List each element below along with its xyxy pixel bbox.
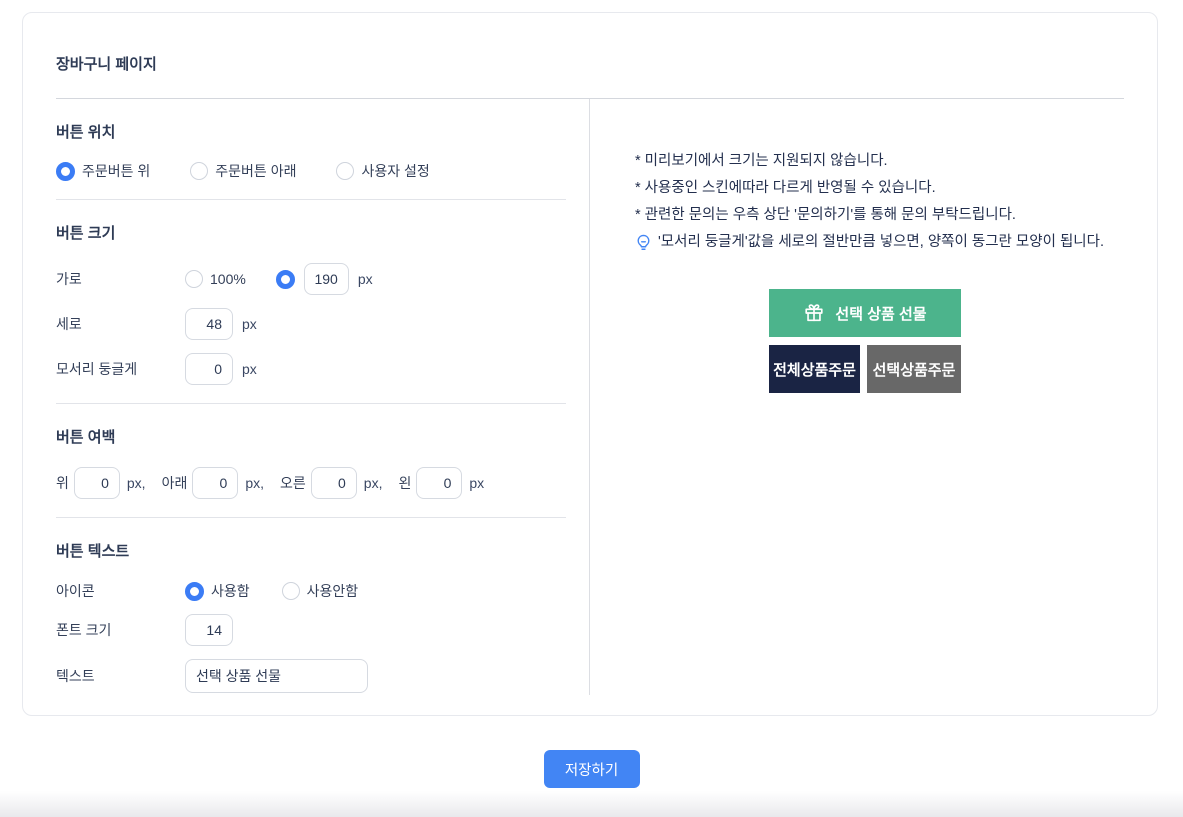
button-text-row: 텍스트	[56, 659, 589, 693]
radio-label: 사용자 설정	[361, 163, 430, 179]
margin-left-input[interactable]	[416, 467, 463, 499]
margin-top-label: 위	[56, 475, 69, 491]
radio-label: 사용함	[211, 583, 250, 599]
height-input[interactable]	[185, 308, 233, 340]
radio-unchecked-icon	[190, 162, 209, 180]
section-heading-button-margin: 버튼 여백	[56, 429, 116, 446]
radius-label: 모서리 둥글게	[56, 361, 138, 377]
radio-width-100-percent[interactable]: 100%	[185, 270, 246, 288]
preview-note: * 사용중인 스킨에따라 다르게 반영될 수 있습니다.	[635, 180, 936, 196]
radius-unit: px	[242, 361, 257, 377]
margin-left-unit: px	[469, 475, 485, 491]
radio-label: 100%	[210, 271, 246, 287]
section-heading-button-size: 버튼 크기	[56, 225, 116, 242]
preview-order-selected-button: 선택상품주문	[867, 345, 961, 393]
margin-right-input[interactable]	[310, 467, 357, 499]
radio-width-px[interactable]	[275, 269, 295, 289]
margin-bottom-label: 아래	[161, 475, 188, 491]
button-preview: 선택 상품 선물 전체상품주문 선택상품주문	[769, 289, 961, 393]
preview-gift-button: 선택 상품 선물	[769, 289, 961, 337]
section-divider	[56, 403, 566, 404]
radio-checked-icon	[56, 161, 75, 181]
height-label: 세로	[56, 316, 82, 332]
radio-checked-icon	[185, 581, 204, 601]
icon-label: 아이콘	[56, 583, 95, 599]
settings-form: 버튼 위치 주문버튼 위 주문버튼 아래 사용자 설정 버튼 크기 가로 100…	[56, 99, 590, 695]
width-input[interactable]	[303, 263, 349, 295]
lightbulb-icon	[635, 234, 652, 251]
preview-order-buttons: 전체상품주문 선택상품주문	[769, 345, 961, 393]
radio-icon-no-use[interactable]: 사용안함	[281, 581, 359, 601]
button-text-input[interactable]	[185, 659, 368, 693]
radio-label: 주문버튼 위	[82, 163, 151, 179]
radio-unchecked-icon	[185, 270, 203, 288]
settings-card: 장바구니 페이지 버튼 위치 주문버튼 위 주문버튼 아래 사용자 설정 버튼 …	[22, 12, 1158, 716]
radius-input[interactable]	[185, 353, 233, 385]
margin-row: 위 px, 아래 px, 오른 px, 왼 px	[56, 467, 589, 499]
margin-left-label: 왼	[398, 475, 412, 491]
radius-row: 모서리 둥글게 px	[56, 353, 589, 385]
save-button[interactable]: 저장하기	[543, 750, 640, 788]
preview-note: * 미리보기에서 크기는 지원되지 않습니다.	[635, 153, 888, 169]
radio-label: 사용안함	[306, 583, 359, 599]
radio-position-below[interactable]: 주문버튼 아래	[190, 161, 296, 181]
content-columns: 버튼 위치 주문버튼 위 주문버튼 아래 사용자 설정 버튼 크기 가로 100…	[56, 99, 1124, 695]
section-heading-button-position: 버튼 위치	[56, 124, 116, 141]
margin-bottom-input[interactable]	[192, 467, 239, 499]
radio-label: 주문버튼 아래	[215, 163, 297, 179]
icon-row: 아이콘 사용함 사용안함	[56, 581, 589, 601]
preview-tip-row: '모서리 둥글게'값을 세로의 절반만큼 넣으면, 양쪽이 동그란 모양이 됩니…	[635, 229, 1124, 256]
preview-tip-text: '모서리 둥글게'값을 세로의 절반만큼 넣으면, 양쪽이 동그란 모양이 됩니…	[658, 234, 1105, 250]
radio-unchecked-icon	[281, 582, 300, 600]
radio-position-custom[interactable]: 사용자 설정	[336, 161, 430, 181]
width-unit: px	[357, 271, 373, 287]
margin-top-input[interactable]	[73, 467, 120, 499]
width-controls: 100% px	[185, 263, 373, 295]
bottom-fade	[0, 791, 1183, 817]
font-size-input[interactable]	[185, 614, 233, 646]
width-label: 가로	[56, 271, 82, 287]
gift-icon	[803, 302, 825, 324]
radio-unchecked-icon	[336, 162, 355, 180]
margin-bottom-unit: px,	[245, 475, 265, 491]
section-divider	[56, 517, 566, 518]
button-position-options: 주문버튼 위 주문버튼 아래 사용자 설정	[56, 161, 589, 181]
font-size-row: 폰트 크기	[56, 614, 589, 646]
margin-right-label: 오른	[280, 475, 306, 491]
margin-top-unit: px,	[126, 475, 146, 491]
button-text-label: 텍스트	[56, 668, 95, 684]
font-size-label: 폰트 크기	[56, 622, 112, 638]
radio-position-above[interactable]: 주문버튼 위	[56, 161, 150, 181]
preview-order-all-button: 전체상품주문	[769, 345, 860, 393]
margin-right-unit: px,	[363, 475, 383, 491]
section-divider	[56, 199, 566, 200]
page-title: 장바구니 페이지	[56, 56, 157, 73]
preview-gift-button-label: 선택 상품 선물	[835, 305, 927, 323]
preview-note: * 관련한 문의는 우측 상단 '문의하기'를 통해 문의 부탁드립니다.	[635, 207, 1016, 223]
section-heading-button-text: 버튼 텍스트	[56, 543, 130, 560]
height-row: 세로 px	[56, 308, 589, 340]
height-unit: px	[242, 316, 257, 332]
width-row: 가로 100% px	[56, 263, 589, 295]
radio-icon-use[interactable]: 사용함	[185, 581, 250, 601]
preview-panel: * 미리보기에서 크기는 지원되지 않습니다. * 사용중인 스킨에따라 다르게…	[590, 99, 1124, 393]
